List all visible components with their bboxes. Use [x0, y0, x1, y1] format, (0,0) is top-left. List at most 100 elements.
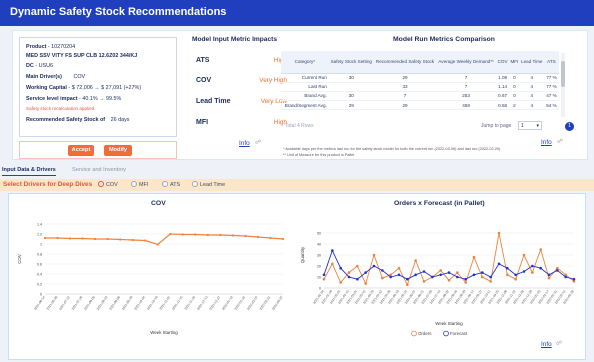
data-point: [331, 249, 334, 252]
modify-button[interactable]: Modify: [104, 145, 132, 156]
y-tick-label: 1.2: [37, 233, 42, 237]
table-cell: 4: [519, 91, 544, 102]
x-tick-label: 2021-11-01: [159, 295, 172, 311]
data-point: [339, 266, 342, 270]
data-point: [531, 264, 534, 268]
data-point: [464, 281, 467, 284]
data-point: [144, 239, 147, 242]
data-point: [464, 277, 467, 281]
table-cell: 30: [328, 91, 374, 102]
data-point: [81, 237, 84, 240]
table-row: Current Run 30 29 7 1.09 0 4 77 %: [281, 73, 559, 83]
data-point: [356, 264, 359, 268]
col-mfi[interactable]: MFI: [509, 51, 520, 74]
data-point: [522, 270, 526, 273]
data-point: [514, 277, 517, 281]
orders-forecast-chart-title: Orders x Forecast (in Pallet): [394, 200, 485, 207]
drivers-label: Select Drivers for Deep Dives: [3, 181, 93, 188]
radio-selected-icon: [98, 181, 104, 187]
data-point: [439, 269, 442, 272]
data-point: [181, 233, 184, 236]
rec-unit: days: [118, 117, 130, 123]
x-tick-label: 2021-08-09: [83, 295, 96, 311]
col-category[interactable]: Category*: [281, 51, 329, 74]
impacts-info-link[interactable]: Info: [239, 140, 250, 147]
product-card: Product - 10270204 MED SSV VITY FS SUP C…: [19, 37, 177, 137]
col-cov[interactable]: COV: [495, 51, 510, 74]
product-id: 10270204: [51, 44, 76, 50]
data-point: [347, 271, 351, 274]
table-scrollbar-thumb[interactable]: [561, 61, 565, 87]
legend-label-orders: Orders: [418, 331, 432, 336]
charts-info-link[interactable]: Info: [541, 341, 552, 348]
impact-metric-mfi: MFI: [196, 119, 209, 126]
table-cell: [328, 82, 374, 92]
data-point: [244, 234, 247, 238]
service-level-line: Service level impact - 40.1% → 99.5%: [26, 96, 122, 102]
data-point: [322, 273, 326, 277]
tab-service-inventory[interactable]: Service and Inventory: [72, 167, 126, 173]
col-safety-stock-setting[interactable]: Safety Stock Setting: [328, 51, 374, 74]
data-point: [481, 275, 484, 279]
col-average-weekly-demand[interactable]: Average Weekly Demand**: [436, 51, 496, 74]
share-icon[interactable]: ☍: [556, 340, 562, 347]
radio-mfi[interactable]: MFI: [131, 181, 148, 188]
y-tick-label: 0.4: [37, 273, 42, 277]
data-point: [506, 266, 509, 270]
y-axis-label: Quantity: [300, 246, 305, 263]
radio-lead-time[interactable]: Lead Time: [192, 181, 225, 188]
y-tick-label: 0.8: [37, 253, 42, 257]
y-tick-label: 10: [317, 276, 321, 280]
wc-label: Working Capital: [26, 85, 67, 91]
data-point: [481, 271, 484, 274]
data-point: [506, 273, 509, 277]
page-badge[interactable]: 1: [565, 122, 574, 131]
orders-forecast-chart: 010203040502021-01-042021-01-182021-02-0…: [300, 232, 576, 337]
col-recommended-safety-stock[interactable]: Recommended Safety Stock: [373, 51, 437, 74]
col-ats[interactable]: ATS: [543, 51, 559, 74]
x-axis-label: Week Starting: [150, 330, 178, 335]
table-cell: 458: [436, 100, 496, 111]
accept-button[interactable]: Accept: [68, 145, 94, 156]
data-point: [68, 237, 72, 240]
table-cell: 30: [328, 73, 374, 83]
metrics-info-link[interactable]: Info: [541, 139, 552, 146]
data-point: [456, 271, 459, 274]
data-point: [414, 259, 417, 262]
y-tick-label: 0.2: [37, 283, 42, 287]
table-row: Brand/Segment Avg. 29 29 458 0.58 2 4 54…: [281, 100, 559, 111]
data-point: [547, 273, 551, 277]
radio-icon: [131, 181, 137, 187]
summary-panel: Product - 10270204 MED SSV VITY FS SUP C…: [12, 30, 588, 160]
x-tick-label: 2021-08-23: [96, 295, 109, 311]
table-cell: 29: [373, 100, 437, 111]
table-cell: 4: [519, 82, 544, 92]
share-icon[interactable]: ☍: [255, 139, 261, 146]
recommendation-line: Recommended Safety Stock of 26 days: [26, 117, 129, 123]
x-tick-label: 2022-02-07: [246, 295, 259, 311]
data-point: [422, 270, 426, 273]
data-point: [531, 271, 534, 274]
data-point: [269, 236, 272, 240]
table-cell: 4: [519, 100, 544, 111]
col-lead-time[interactable]: Lead Time: [519, 51, 544, 74]
radio-label: Lead Time: [200, 182, 226, 188]
data-point: [256, 235, 260, 239]
share-icon[interactable]: ☍: [557, 138, 563, 145]
data-point: [322, 277, 326, 281]
data-point: [106, 237, 109, 241]
radio-cov[interactable]: COV: [98, 181, 118, 188]
x-tick-label: 2022-01-24: [234, 295, 247, 311]
impact-metric-lead-time: Lead Time: [196, 98, 231, 105]
data-point: [389, 275, 392, 279]
tab-input-data-drivers[interactable]: Input Data & Drivers: [2, 167, 56, 176]
table-cell: 2: [509, 100, 520, 111]
radio-label: COV: [106, 182, 118, 188]
x-tick-label: 2021-06-14: [33, 295, 46, 311]
legend-label-forecast: Forecast: [450, 331, 468, 336]
x-tick-label: 2022-03-07: [271, 295, 284, 311]
radio-ats[interactable]: ATS: [162, 181, 180, 188]
page-select[interactable]: 1 ▾: [518, 121, 542, 130]
data-point: [547, 276, 551, 280]
data-point: [381, 269, 384, 272]
